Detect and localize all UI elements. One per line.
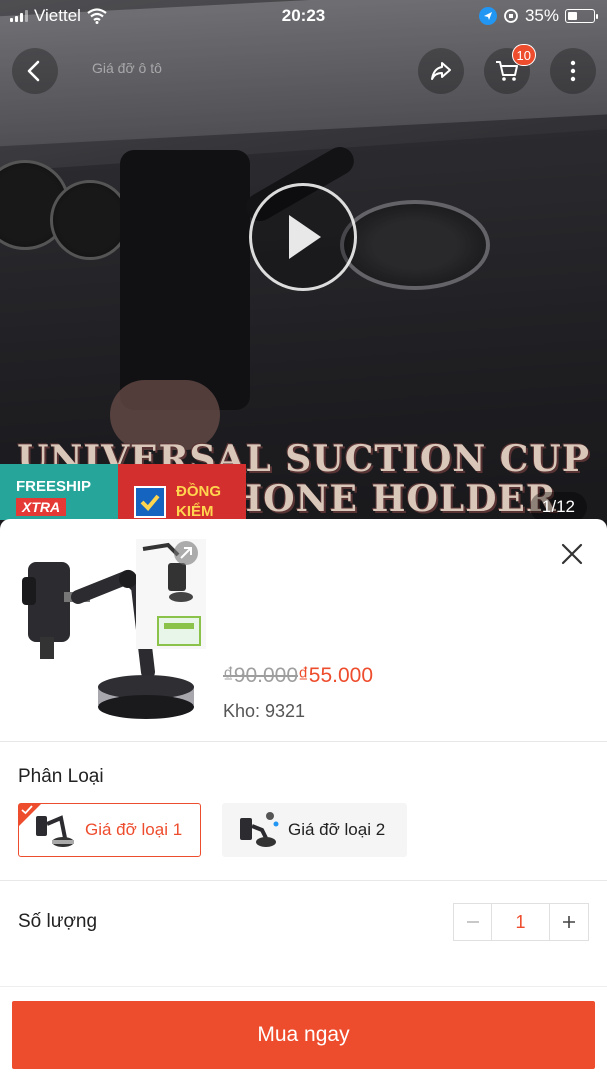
xtra-badge-label: XTRA	[16, 498, 67, 516]
plus-icon	[563, 916, 575, 928]
selected-check-icon	[21, 805, 33, 815]
variant-selection-sheet: ₫90.000₫55.000 Kho: 9321 Phân Loại Giá đ…	[0, 519, 607, 1080]
cart-button[interactable]: 10	[484, 44, 536, 94]
divider	[0, 741, 607, 742]
variant-2-label: Giá đỡ loại 2	[288, 820, 386, 839]
stock-count: Kho: 9321	[223, 701, 306, 721]
quantity-label: Số lượng	[18, 911, 98, 932]
play-icon	[289, 215, 321, 259]
dong-kiem-badge: ĐỒNG KIỂM	[118, 464, 246, 520]
close-sheet-button[interactable]	[557, 539, 587, 569]
share-button[interactable]	[418, 48, 464, 94]
product-thumbnail[interactable]	[18, 537, 208, 737]
cart-count-badge: 10	[511, 44, 536, 66]
variant-option-1[interactable]: Giá đỡ loại 1	[18, 803, 201, 857]
quantity-input[interactable]: 1	[492, 904, 550, 940]
variant-option-2[interactable]: Giá đỡ loại 2	[222, 803, 407, 857]
decrease-quantity-button[interactable]	[454, 904, 492, 940]
variant-1-label: Giá đỡ loại 1	[85, 820, 183, 839]
close-icon	[561, 543, 583, 565]
play-button[interactable]	[249, 183, 357, 291]
more-options-button[interactable]	[550, 48, 596, 94]
battery-icon	[565, 9, 598, 23]
back-button[interactable]	[12, 48, 58, 94]
price-row: ₫90.000₫55.000	[223, 664, 373, 688]
location-icon	[478, 7, 497, 25]
buy-now-button[interactable]: Mua ngay	[12, 1001, 595, 1069]
back-arrow-icon	[27, 60, 40, 82]
page-title: Giá đỡ ô tô	[92, 60, 162, 76]
quantity-stepper: 1	[453, 903, 589, 941]
original-price: ₫90.000	[223, 664, 299, 687]
increase-quantity-button[interactable]	[550, 904, 588, 940]
freeship-badge-label: FREESHIP	[16, 478, 92, 495]
checkmark-icon	[134, 486, 166, 518]
sale-price: ₫55.000	[298, 664, 374, 687]
status-bar: Viettel 20:23 35%	[0, 0, 607, 32]
orientation-lock-icon	[504, 9, 518, 23]
battery-percent: 35%	[524, 6, 559, 25]
dong-kiem-label-line1: ĐỒNG	[176, 483, 221, 500]
minus-icon	[466, 921, 479, 923]
media-page-counter: 1/12	[529, 492, 587, 522]
freeship-xtra-badge: FREESHIP XTRA	[0, 464, 118, 520]
more-vertical-icon	[570, 60, 576, 82]
variant-2-image	[240, 812, 279, 847]
bottom-action-bar: Mua ngay	[0, 986, 607, 1080]
variation-label: Phân Loại	[18, 766, 104, 787]
share-icon	[431, 62, 451, 80]
divider	[0, 880, 607, 881]
